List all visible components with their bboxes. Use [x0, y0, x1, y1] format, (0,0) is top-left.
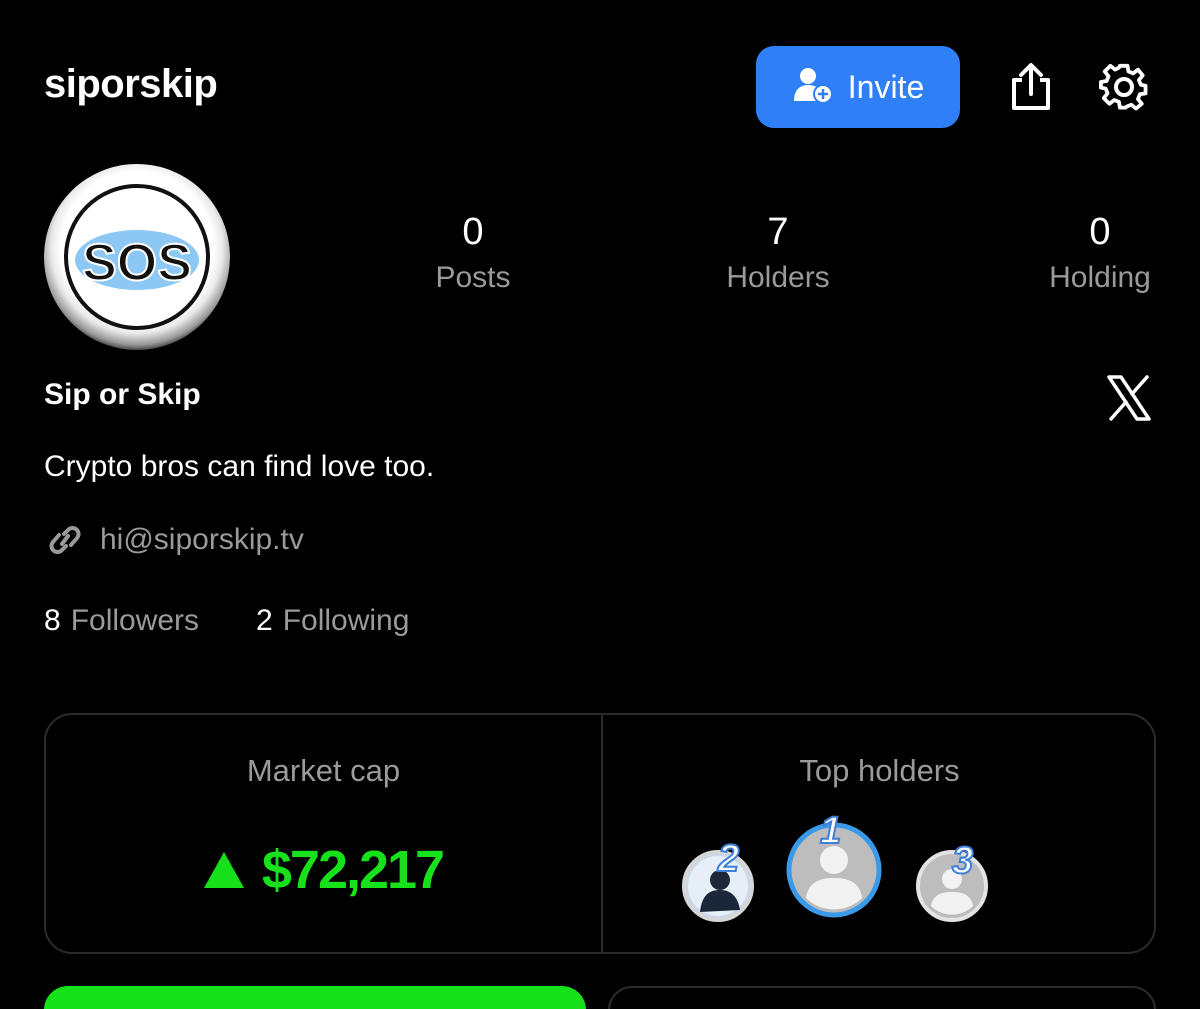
trend-up-icon [203, 852, 244, 888]
top-holder-2-rank: 2 [717, 837, 740, 881]
add-user-icon [792, 65, 834, 110]
display-name: Sip or Skip [44, 378, 201, 411]
stat-posts-value: 0 [462, 211, 484, 253]
invite-button-label: Invite [847, 68, 925, 105]
market-cap-value: $72,217 [261, 840, 445, 900]
market-cap-section[interactable]: Market cap $72,217 [46, 715, 601, 952]
profile-bio: Crypto bros can find love too. [44, 450, 435, 483]
following-count: 2 [256, 604, 273, 637]
gear-icon [1099, 63, 1148, 111]
top-bar: siporskip Invite [0, 0, 1200, 170]
stat-posts[interactable]: 0 Posts [363, 210, 583, 296]
profile-link-text: hi@siporskip.tv [100, 523, 304, 556]
stat-holders-value: 7 [767, 211, 789, 253]
following-link[interactable]: 2 Following [256, 604, 409, 638]
followers-count: 8 [44, 604, 61, 637]
settings-button[interactable] [1098, 60, 1150, 114]
profile-link[interactable]: hi@siporskip.tv [44, 522, 304, 558]
stat-holding-label: Holding [1049, 261, 1151, 294]
stat-posts-label: Posts [435, 261, 511, 294]
avatar-logo-text: SOS [82, 234, 192, 292]
followers-link[interactable]: 8 Followers [44, 604, 199, 638]
market-cap-title: Market cap [246, 753, 401, 788]
following-label: Following [282, 604, 410, 637]
top-holder-3-rank: 3 [951, 839, 974, 883]
stat-holders-label: Holders [726, 261, 830, 294]
invite-button[interactable]: Invite [756, 46, 960, 128]
stat-holding[interactable]: 0 Holding [990, 210, 1200, 296]
token-info-card: Market cap $72,217 Top holders [44, 713, 1156, 954]
share-button[interactable] [1005, 60, 1057, 114]
avatar-image: SOS [64, 184, 210, 330]
x-profile-link[interactable] [1106, 374, 1152, 422]
link-icon [49, 526, 81, 554]
market-cap-value-row: $72,217 [46, 839, 601, 901]
stat-holding-value: 0 [1089, 211, 1111, 253]
secondary-action-button[interactable] [608, 986, 1156, 1009]
top-holders-title: Top holders [799, 753, 960, 788]
x-logo-icon [1107, 375, 1151, 421]
profile-username: siporskip [44, 62, 218, 106]
buy-button[interactable] [44, 986, 586, 1009]
share-icon [1012, 63, 1050, 110]
top-holder-1-rank: 1 [819, 809, 842, 853]
followers-label: Followers [70, 604, 200, 637]
profile-avatar[interactable]: SOS [44, 164, 230, 350]
stat-holders[interactable]: 7 Holders [668, 210, 888, 296]
